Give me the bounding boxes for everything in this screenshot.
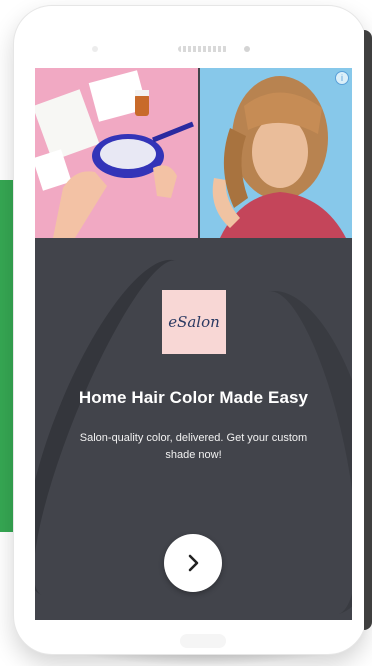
hair-dye-kit-photo xyxy=(35,68,198,238)
woman-portrait-photo: i xyxy=(200,68,352,238)
phone-side-edge xyxy=(364,30,372,630)
ad-screen[interactable]: i eSalon Home Hair Color Made Easy Salon… xyxy=(35,68,352,620)
ad-headline: Home Hair Color Made Easy xyxy=(78,388,309,407)
ad-description: Salon-quality color, delivered. Get your… xyxy=(79,432,308,461)
front-camera-icon xyxy=(244,46,250,52)
front-sensor xyxy=(92,46,98,52)
woman-portrait-illustration xyxy=(212,76,346,238)
home-button[interactable] xyxy=(180,634,226,648)
hair-dye-kit-illustration xyxy=(35,70,194,238)
info-icon[interactable]: i xyxy=(335,71,349,85)
brand-logo: eSalon xyxy=(162,290,226,354)
ad-image-row: i xyxy=(35,68,352,238)
chevron-right-icon xyxy=(188,554,199,572)
cta-next-button[interactable] xyxy=(164,534,222,592)
brand-logo-text: eSalon xyxy=(168,313,220,331)
phone-speaker xyxy=(178,46,228,52)
